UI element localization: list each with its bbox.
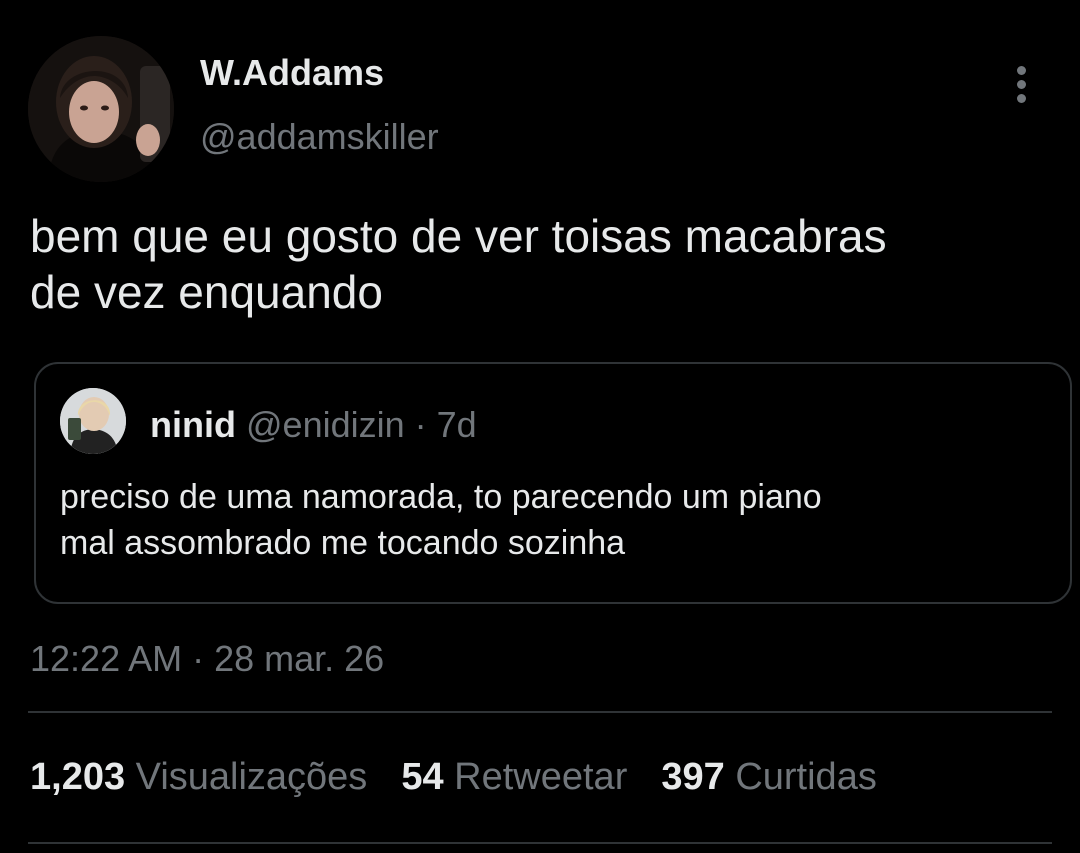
quoted-tweet-text: preciso de uma namorada, to parecendo um… [60, 474, 1050, 566]
separator-dot: · [414, 404, 427, 445]
more-vertical-icon [1016, 65, 1026, 75]
tweet-text-line: bem que eu gosto de ver toisas macabras [30, 210, 887, 262]
quoted-tweet-header: ninid @enidizin · 7d [150, 404, 477, 446]
quoted-author-avatar-image [60, 388, 126, 454]
quoted-text-line: mal assombrado me tocando sozinha [60, 524, 626, 562]
quoted-author-handle[interactable]: @enidizin [246, 404, 405, 445]
likes-stat[interactable]: 397 Curtidas [661, 756, 876, 799]
author-avatar[interactable] [28, 36, 174, 182]
likes-count: 397 [661, 756, 725, 798]
retweets-count: 54 [401, 756, 444, 798]
divider [28, 842, 1052, 844]
retweets-label: Retweetar [454, 756, 628, 798]
more-options-button[interactable] [1004, 62, 1038, 106]
tweet-text-line: de vez enquando [30, 266, 383, 318]
quoted-tweet-card[interactable]: ninid @enidizin · 7d preciso de uma namo… [34, 362, 1072, 604]
quoted-text-line: preciso de uma namorada, to parecendo um… [60, 478, 822, 516]
author-avatar-image [28, 36, 174, 182]
views-label: Visualizações [135, 756, 368, 798]
retweets-stat[interactable]: 54 Retweetar [401, 756, 627, 799]
views-count: 1,203 [30, 756, 126, 798]
tweet-text: bem que eu gosto de ver toisas macabras … [30, 208, 1050, 320]
likes-label: Curtidas [735, 756, 877, 798]
divider [28, 711, 1052, 713]
tweet-detail: W.Addams @addamskiller bem que eu gosto … [0, 0, 1080, 853]
more-icon-dot [1016, 79, 1026, 89]
quoted-author-avatar[interactable] [60, 388, 126, 454]
views-stat[interactable]: 1,203 Visualizações [30, 756, 367, 799]
quoted-author-name[interactable]: ninid [150, 404, 236, 445]
tweet-stats: 1,203 Visualizações 54 Retweetar 397 Cur… [30, 756, 877, 799]
author-handle[interactable]: @addamskiller [200, 116, 439, 158]
author-display-name[interactable]: W.Addams [200, 52, 384, 94]
tweet-timestamp[interactable]: 12:22 AM · 28 mar. 26 [30, 638, 384, 680]
more-icon-dot [1016, 93, 1026, 103]
quoted-tweet-age: 7d [436, 404, 477, 445]
